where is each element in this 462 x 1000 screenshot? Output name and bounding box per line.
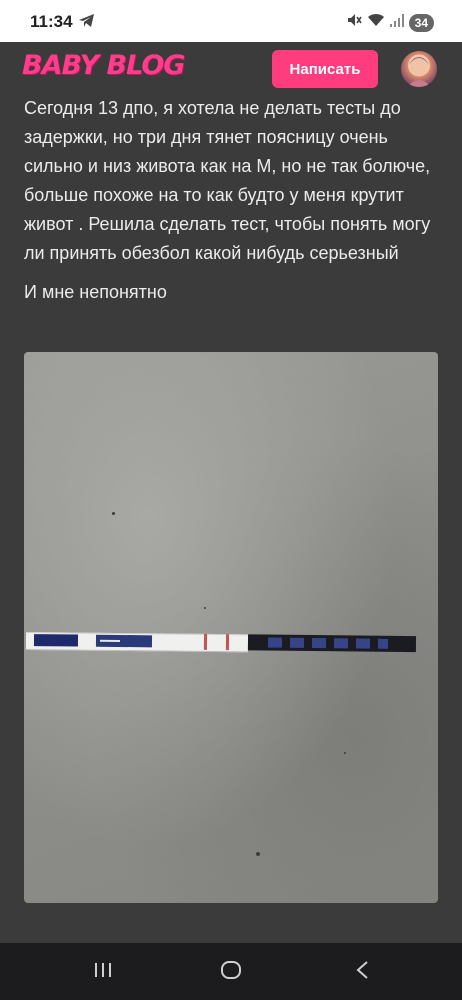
speck: [256, 852, 260, 856]
pregnancy-test-strip: [25, 632, 417, 653]
wifi-icon: [367, 12, 385, 33]
strip-hcg-print: [267, 637, 389, 649]
babyblog-logo[interactable]: BABY BLOG: [22, 50, 185, 81]
app-header: BABY BLOG Написать: [0, 42, 462, 94]
post-paragraph: Сегодня 13 дпо, я хотела не делать тесты…: [24, 98, 431, 263]
post-paragraph: И мне непонятно: [24, 282, 167, 302]
recent-apps-icon[interactable]: [92, 959, 114, 986]
status-bar: 11:34 34: [0, 0, 462, 42]
signal-icon: [389, 12, 404, 33]
strip-test-line: [203, 633, 208, 650]
speck: [344, 752, 346, 754]
post-body: Сегодня 13 дпо, я хотела не делать тесты…: [24, 94, 444, 307]
strip-sample-label: [33, 634, 79, 647]
back-icon[interactable]: [352, 959, 374, 986]
home-icon[interactable]: [220, 959, 242, 986]
speck: [204, 607, 206, 609]
status-time: 11:34: [30, 12, 73, 31]
mute-icon: [346, 12, 362, 33]
system-nav-bar: [0, 943, 462, 1000]
telegram-icon: [79, 14, 95, 33]
post-photo[interactable]: [24, 352, 438, 903]
battery-indicator: 34: [408, 13, 434, 32]
strip-control-line: [225, 634, 230, 651]
strip-arrow: [99, 639, 121, 642]
speck: [112, 512, 115, 515]
write-post-button[interactable]: Написать: [272, 50, 378, 88]
avatar[interactable]: [401, 51, 437, 87]
